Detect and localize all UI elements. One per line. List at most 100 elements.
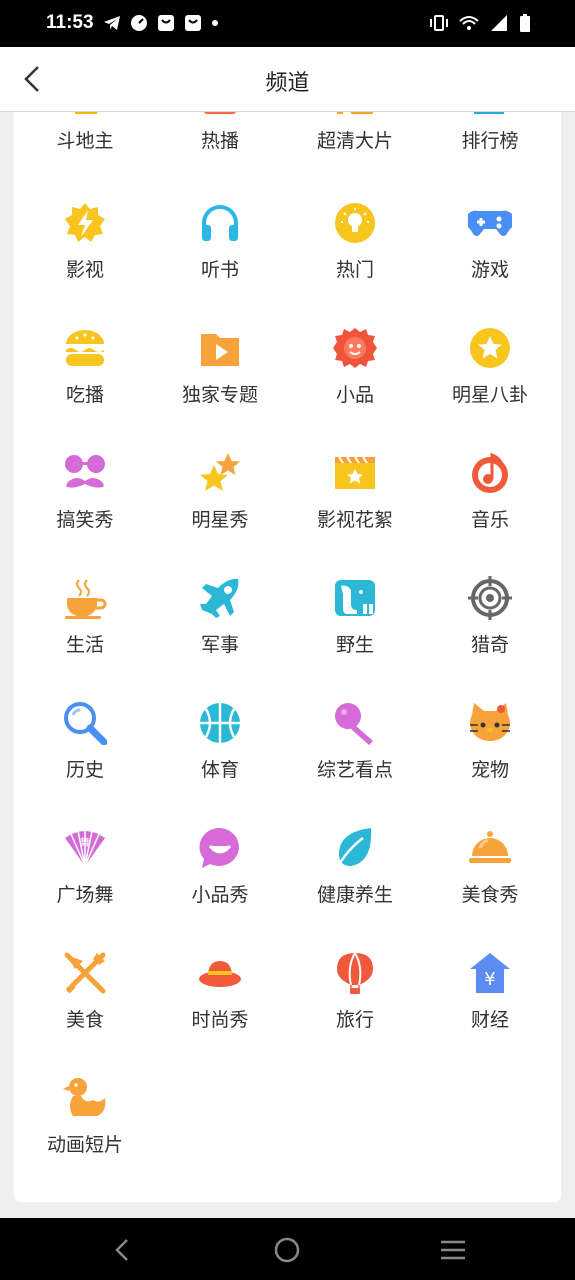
channel-grid: 斗地主 热播 超清大片 排行榜 影视 听书 热门 游戏 吃播 独家专题 小品 明… xyxy=(14,112,561,1202)
channel-item-paihang[interactable]: 排行榜 xyxy=(422,112,558,182)
channel-item-chongwu[interactable]: 宠物 xyxy=(422,701,558,811)
lightbulb-icon xyxy=(333,201,377,245)
channel-label: 游戏 xyxy=(470,259,509,281)
channel-label: 明星秀 xyxy=(191,509,249,531)
telegram-icon xyxy=(104,16,120,30)
hot-play-icon xyxy=(198,112,242,116)
app-header: 频道 xyxy=(0,47,575,112)
leaf-icon xyxy=(333,826,377,870)
channel-item-lieqi[interactable]: 猎奇 xyxy=(422,576,558,686)
music-note-icon xyxy=(468,451,512,495)
channel-item-mingxingxiu[interactable]: 明星秀 xyxy=(152,451,288,561)
channel-item-donghua[interactable]: 动画短片 xyxy=(17,1076,153,1186)
headphones-icon xyxy=(198,201,242,245)
channel-item-tingshu[interactable]: 听书 xyxy=(152,201,288,311)
channel-label: 历史 xyxy=(65,759,104,781)
cat-face-icon xyxy=(468,701,512,745)
channel-item-xiaopinxiu[interactable]: 小品秀 xyxy=(152,826,288,936)
mustache-glasses-icon xyxy=(63,451,107,495)
channel-label: 时尚秀 xyxy=(191,1009,249,1031)
page-title: 频道 xyxy=(265,71,310,96)
magnifier-icon xyxy=(63,701,108,746)
channel-item-yingshi[interactable]: 影视 xyxy=(17,201,153,311)
clapperboard-icon xyxy=(333,451,377,495)
channel-item-lishi[interactable]: 历史 xyxy=(17,701,153,811)
channel-label: 猎奇 xyxy=(470,634,509,656)
nav-back-icon xyxy=(115,1239,128,1261)
yuan-house-icon: ¥ xyxy=(468,951,512,995)
channel-item-meishi[interactable]: 美食 xyxy=(17,951,153,1061)
speedometer-icon xyxy=(131,15,147,31)
channel-label: 旅行 xyxy=(335,1009,374,1031)
sun-hat-icon xyxy=(198,951,242,995)
battery-icon xyxy=(520,14,530,32)
channel-item-bagua[interactable]: 明星八卦 xyxy=(422,326,558,436)
film-bolt-icon xyxy=(63,201,107,245)
channel-item-rebo[interactable]: 热播 xyxy=(152,112,288,182)
channel-item-huaxu[interactable]: 影视花絮 xyxy=(287,451,423,561)
jet-icon xyxy=(198,576,242,620)
channel-label: 搞笑秀 xyxy=(56,509,114,531)
shopping-bag-icon xyxy=(158,15,174,31)
hd-movie-icon xyxy=(333,112,377,116)
channel-label: 吃播 xyxy=(65,384,104,406)
svg-text:舞: 舞 xyxy=(80,837,90,849)
star-badge-icon xyxy=(468,326,512,370)
crosshair-icon xyxy=(468,576,512,620)
channel-item-tiyu[interactable]: 体育 xyxy=(152,701,288,811)
channel-label: 广场舞 xyxy=(56,884,114,906)
nav-home-button[interactable] xyxy=(271,1234,303,1266)
dot-icon xyxy=(212,20,218,26)
fan-icon: 舞 xyxy=(63,826,107,870)
status-bar: 11:53 xyxy=(0,0,575,47)
channel-item-chibo[interactable]: 吃播 xyxy=(17,326,153,436)
microphone-icon xyxy=(333,701,377,745)
nav-menu-icon xyxy=(441,1240,465,1260)
nav-home-icon xyxy=(274,1237,300,1263)
channel-item-meishixiu[interactable]: 美食秀 xyxy=(422,826,558,936)
cards-icon xyxy=(63,112,107,116)
channel-label: 热门 xyxy=(335,259,374,281)
channel-item-remen[interactable]: 热门 xyxy=(287,201,423,311)
channel-label: 动画短片 xyxy=(46,1134,123,1156)
channel-item-shenghuo[interactable]: 生活 xyxy=(17,576,153,686)
channel-item-jiankang[interactable]: 健康养生 xyxy=(287,826,423,936)
food-cloche-icon xyxy=(468,826,512,870)
channel-item-shishang[interactable]: 时尚秀 xyxy=(152,951,288,1061)
channel-label: 音乐 xyxy=(470,509,509,531)
channel-label: 小品 xyxy=(335,384,374,406)
channel-label: 超清大片 xyxy=(316,130,393,152)
basketball-icon xyxy=(198,701,242,745)
channel-label: 热播 xyxy=(200,130,239,152)
channel-label: 野生 xyxy=(335,634,374,656)
channel-label: 军事 xyxy=(200,634,239,656)
channel-label: 小品秀 xyxy=(191,884,249,906)
hot-air-balloon-icon xyxy=(333,951,377,995)
coffee-cup-icon xyxy=(63,576,107,620)
channel-item-gaoxiao[interactable]: 搞笑秀 xyxy=(17,451,153,561)
channel-item-xiaopin[interactable]: 小品 xyxy=(287,326,423,436)
channel-item-guangchangwu[interactable]: 舞 广场舞 xyxy=(17,826,153,936)
notification-icons xyxy=(103,14,219,32)
system-nav-bar xyxy=(0,1218,575,1280)
channel-label: 影视花絮 xyxy=(316,509,393,531)
channel-item-doudizhu[interactable]: 斗地主 xyxy=(17,112,153,182)
channel-item-dujia[interactable]: 独家专题 xyxy=(152,326,288,436)
channel-item-caijing[interactable]: ¥ 财经 xyxy=(422,951,558,1061)
channel-item-lvxing[interactable]: 旅行 xyxy=(287,951,423,1061)
channel-item-yinyue[interactable]: 音乐 xyxy=(422,451,558,561)
channel-label: 宠物 xyxy=(470,759,509,781)
channel-item-chaoqing[interactable]: 超清大片 xyxy=(287,112,423,182)
channel-item-zongyi[interactable]: 综艺看点 xyxy=(287,701,423,811)
status-time: 11:53 xyxy=(46,12,94,33)
nav-back-button[interactable] xyxy=(106,1234,138,1266)
channel-item-youxi[interactable]: 游戏 xyxy=(422,201,558,311)
channel-label: 斗地主 xyxy=(56,130,114,152)
channel-label: 明星八卦 xyxy=(451,384,528,406)
burger-icon xyxy=(63,326,107,370)
nav-recents-button[interactable] xyxy=(437,1234,469,1266)
channel-item-junshi[interactable]: 军事 xyxy=(152,576,288,686)
fork-knife-icon xyxy=(63,951,107,995)
double-star-icon xyxy=(198,451,242,495)
channel-item-yesheng[interactable]: 野生 xyxy=(287,576,423,686)
